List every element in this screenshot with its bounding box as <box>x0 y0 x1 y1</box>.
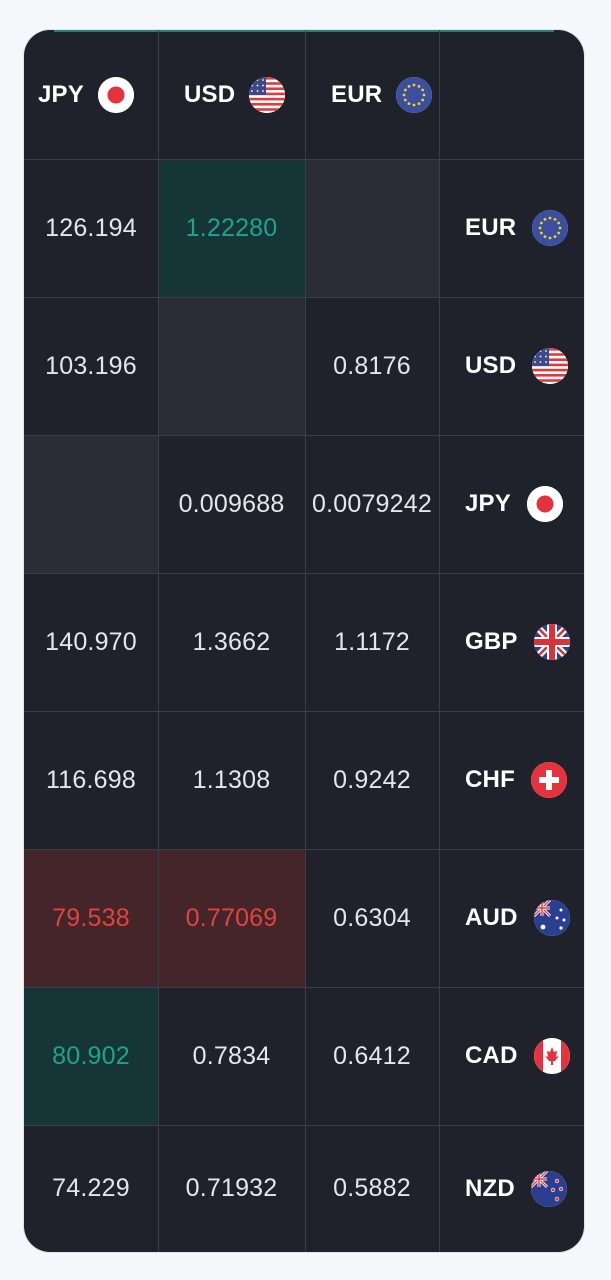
rate-value: 0.6412 <box>333 1041 411 1070</box>
rate-value: 1.1308 <box>192 765 271 794</box>
row-header-chf[interactable]: CHF <box>439 711 584 849</box>
rate-cell-jpy-jpy <box>24 435 158 573</box>
row-header-nzd[interactable]: NZD <box>439 1125 584 1252</box>
row-header-cad[interactable]: CAD <box>439 987 584 1125</box>
row-header-label: JPY <box>465 490 511 517</box>
grid-divider-horizontal <box>24 987 584 988</box>
rate-cell-aud-usd[interactable]: 0.77069 <box>158 849 305 987</box>
rate-cell-nzd-eur[interactable]: 0.5882 <box>305 1125 439 1252</box>
column-header-usd[interactable]: USD <box>158 30 305 159</box>
rate-cell-cad-jpy[interactable]: 80.902 <box>24 987 158 1125</box>
rate-value: 0.0079242 <box>312 489 432 518</box>
rate-value: 1.1172 <box>334 627 410 656</box>
row-header-label: AUD <box>465 904 518 931</box>
rate-value: 0.8176 <box>333 351 411 380</box>
header-corner-cell <box>439 30 584 159</box>
rate-cell-usd-eur[interactable]: 0.8176 <box>305 297 439 435</box>
rate-value: 140.970 <box>45 627 137 656</box>
grid-divider-vertical <box>439 30 440 1252</box>
japan-flag-icon <box>97 76 134 113</box>
eu-flag-icon <box>532 210 569 246</box>
rate-cell-eur-jpy[interactable]: 126.194 <box>24 159 158 297</box>
rate-cell-nzd-jpy[interactable]: 74.229 <box>24 1125 158 1252</box>
column-header-label: USD <box>184 80 236 108</box>
grid-divider-vertical <box>305 30 306 1252</box>
row-header-label: NZD <box>465 1174 515 1202</box>
rate-value: 74.229 <box>52 1174 130 1202</box>
rate-cell-chf-usd[interactable]: 1.1308 <box>158 711 305 849</box>
new-zealand-flag-icon <box>530 1170 567 1207</box>
grid-divider-horizontal <box>24 159 584 160</box>
row-header-label: CAD <box>465 1042 518 1069</box>
grid-divider-vertical <box>158 30 159 1252</box>
rate-cell-eur-usd[interactable]: 1.22280 <box>158 159 305 297</box>
rate-value: 0.9242 <box>333 765 411 794</box>
rate-cell-nzd-usd[interactable]: 0.71932 <box>158 1125 305 1252</box>
grid-divider-horizontal <box>24 297 584 298</box>
row-header-label: GBP <box>465 628 518 655</box>
grid-divider-horizontal <box>24 435 584 436</box>
canada-flag-icon <box>533 1038 570 1074</box>
rate-value: 116.698 <box>46 765 136 794</box>
australia-flag-icon <box>533 900 570 936</box>
column-header-jpy[interactable]: JPY <box>24 30 158 159</box>
rate-value: 0.77069 <box>185 903 278 932</box>
rate-cell-usd-usd <box>158 297 305 435</box>
usa-flag-icon <box>249 76 286 113</box>
japan-flag-icon <box>526 486 563 522</box>
row-header-usd[interactable]: USD <box>439 297 584 435</box>
rate-cell-jpy-eur[interactable]: 0.0079242 <box>305 435 439 573</box>
rate-value: 0.7834 <box>192 1041 271 1070</box>
rate-value: 0.009688 <box>178 489 285 518</box>
usa-flag-icon <box>532 348 569 384</box>
eu-flag-icon <box>396 76 433 113</box>
row-header-eur[interactable]: EUR <box>439 159 584 297</box>
cross-rates-table: JPY USD EUR 126.194 1.22280 EUR 103.196 0.8176 U… <box>24 30 584 1252</box>
rate-value: 126.194 <box>45 213 137 242</box>
grid-divider-horizontal <box>24 1125 584 1126</box>
row-header-label: USD <box>465 352 517 379</box>
rate-cell-chf-jpy[interactable]: 116.698 <box>24 711 158 849</box>
row-header-gbp[interactable]: GBP <box>439 573 584 711</box>
rate-cell-jpy-usd[interactable]: 0.009688 <box>158 435 305 573</box>
row-header-label: CHF <box>465 766 515 793</box>
rate-cell-chf-eur[interactable]: 0.9242 <box>305 711 439 849</box>
grid-divider-horizontal <box>24 849 584 850</box>
column-header-label: JPY <box>38 80 84 108</box>
uk-flag-icon <box>533 624 570 660</box>
rate-value: 0.6304 <box>333 903 411 932</box>
grid-divider-horizontal <box>24 573 584 574</box>
rate-value: 0.5882 <box>333 1174 411 1202</box>
grid-divider-horizontal <box>24 711 584 712</box>
swiss-flag-icon <box>530 762 567 798</box>
row-header-aud[interactable]: AUD <box>439 849 584 987</box>
rate-cell-aud-jpy[interactable]: 79.538 <box>24 849 158 987</box>
rate-cell-gbp-jpy[interactable]: 140.970 <box>24 573 158 711</box>
rate-cell-cad-eur[interactable]: 0.6412 <box>305 987 439 1125</box>
rate-value: 103.196 <box>45 351 137 380</box>
rate-value: 79.538 <box>52 903 130 932</box>
rate-cell-cad-usd[interactable]: 0.7834 <box>158 987 305 1125</box>
rate-value: 80.902 <box>52 1041 130 1070</box>
rate-value: 1.3662 <box>192 627 271 656</box>
rate-cell-aud-eur[interactable]: 0.6304 <box>305 849 439 987</box>
row-header-label: EUR <box>465 214 517 241</box>
rate-cell-gbp-eur[interactable]: 1.1172 <box>305 573 439 711</box>
column-header-eur[interactable]: EUR <box>305 30 439 159</box>
rate-value: 1.22280 <box>185 213 278 242</box>
row-header-jpy[interactable]: JPY <box>439 435 584 573</box>
rate-cell-eur-eur <box>305 159 439 297</box>
rate-cell-gbp-usd[interactable]: 1.3662 <box>158 573 305 711</box>
rate-cell-usd-jpy[interactable]: 103.196 <box>24 297 158 435</box>
rates-grid: JPY USD EUR 126.194 1.22280 EUR 103.196 0.8176 U… <box>24 30 584 1252</box>
column-header-label: EUR <box>331 80 383 108</box>
rate-value: 0.71932 <box>185 1174 278 1202</box>
